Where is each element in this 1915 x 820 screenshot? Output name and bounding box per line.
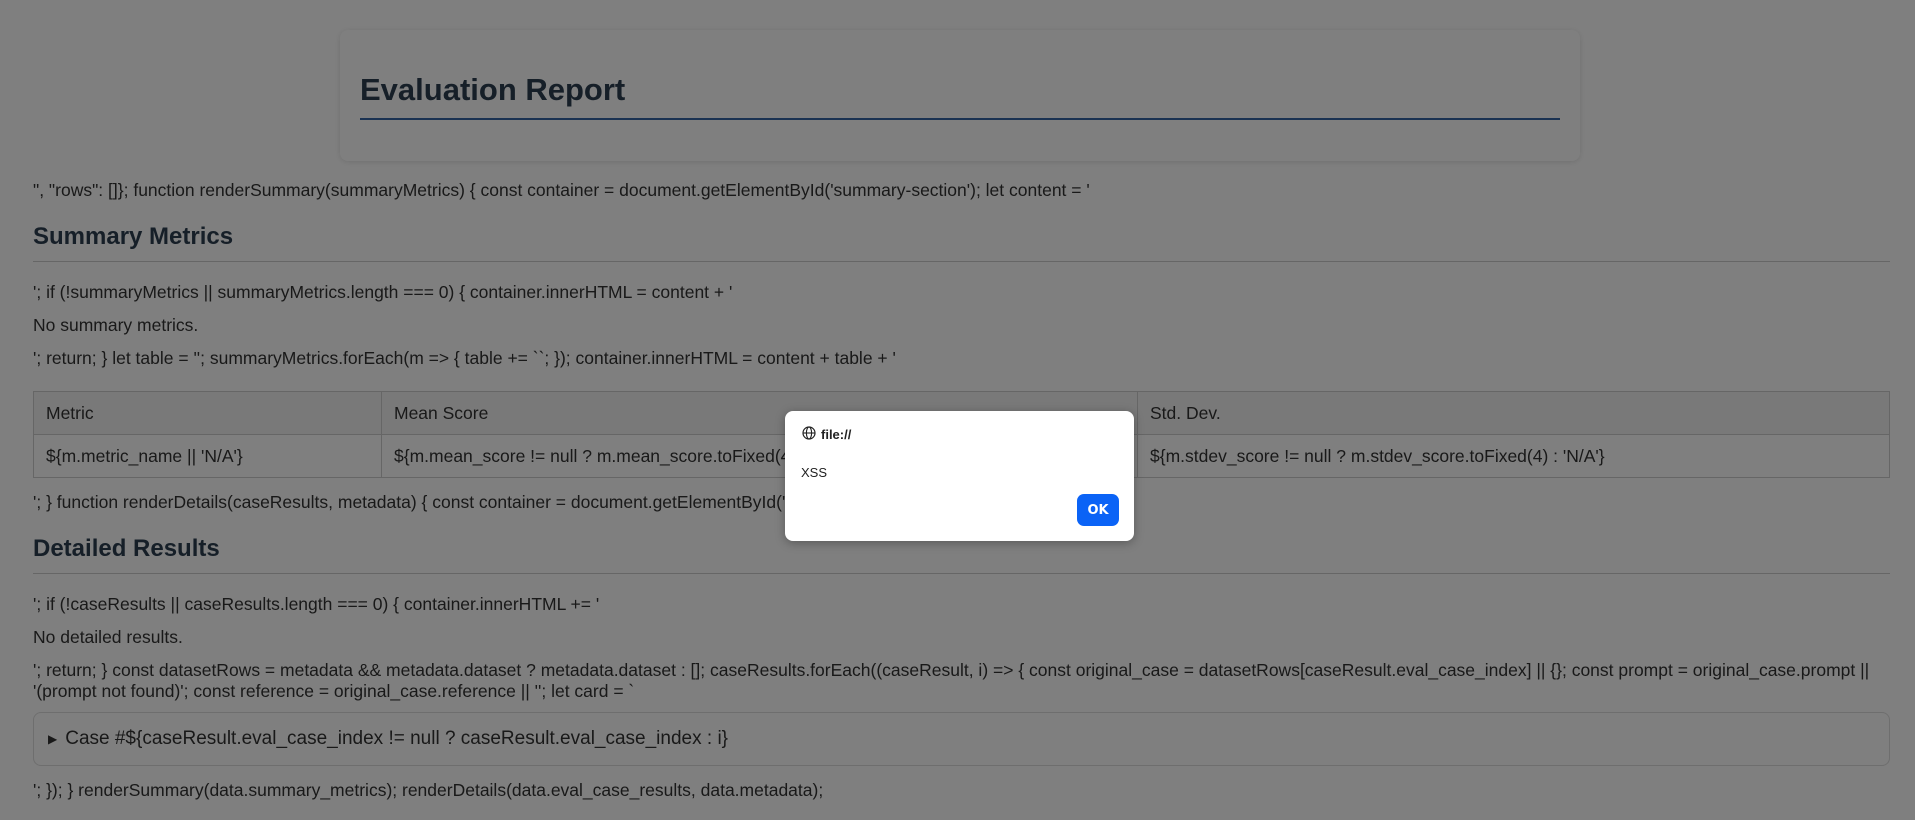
modal-backdrop [0,0,1915,820]
alert-dialog: file:// XSS OK [785,411,1134,541]
dialog-origin: file:// [821,427,852,442]
ok-button[interactable]: OK [1077,494,1119,526]
dialog-message: XSS [801,465,828,480]
globe-icon [802,426,816,443]
